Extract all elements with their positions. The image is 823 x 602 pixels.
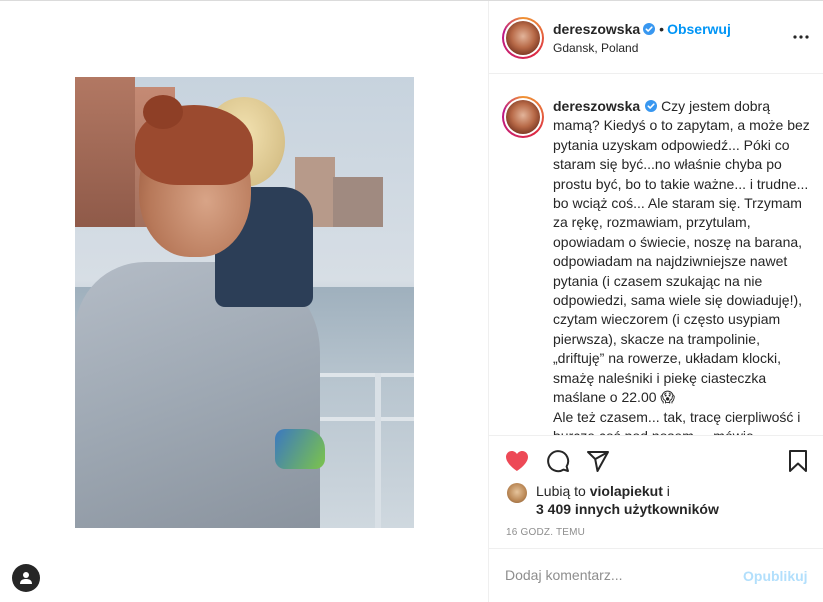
post-header: dereszowska • Obserwuj Gdansk, Poland bbox=[489, 1, 823, 74]
header-line: dereszowska • Obserwuj bbox=[553, 21, 731, 37]
caption-author[interactable]: dereszowska bbox=[553, 98, 640, 114]
liker-avatar[interactable] bbox=[507, 483, 527, 503]
follow-button[interactable]: Obserwuj bbox=[667, 21, 731, 37]
save-button[interactable] bbox=[785, 448, 811, 474]
add-comment-bar: Opublikuj bbox=[489, 548, 823, 602]
likes-and: i bbox=[666, 483, 670, 499]
author-avatar[interactable] bbox=[502, 17, 544, 59]
caption-text: Czy jestem dobrą mamą? Kiedyś o to zapyt… bbox=[553, 98, 810, 435]
bookmark-icon bbox=[789, 450, 807, 472]
media-pane bbox=[0, 1, 488, 602]
comment-button[interactable] bbox=[545, 448, 571, 474]
account-button[interactable] bbox=[12, 564, 40, 592]
more-options-button[interactable] bbox=[792, 28, 810, 46]
like-button[interactable] bbox=[504, 448, 530, 474]
share-icon bbox=[587, 451, 609, 472]
more-options-icon bbox=[793, 35, 809, 39]
post-location[interactable]: Gdansk, Poland bbox=[553, 41, 638, 55]
heart-filled-icon bbox=[506, 451, 528, 471]
likes-count-link[interactable]: 3 409 innych użytkowników bbox=[536, 501, 719, 517]
post-caption: dereszowska Czy jestem dobrą mamą? Kiedy… bbox=[553, 97, 815, 435]
likes-text: Lubią to violapiekut i 3 409 innych użyt… bbox=[536, 482, 806, 518]
verified-badge-icon bbox=[645, 100, 658, 112]
comments-section[interactable]: dereszowska Czy jestem dobrą mamą? Kiedy… bbox=[489, 75, 823, 435]
share-button[interactable] bbox=[585, 448, 611, 474]
verified-badge-icon bbox=[643, 23, 656, 35]
post-sidebar: dereszowska • Obserwuj Gdansk, Poland dere… bbox=[488, 1, 823, 602]
user-icon bbox=[20, 572, 32, 584]
post-photo[interactable] bbox=[75, 77, 414, 528]
post-timestamp[interactable]: 16 GODZ. TEMU bbox=[506, 527, 585, 538]
header-separator: • bbox=[659, 21, 665, 37]
post-page: dereszowska • Obserwuj Gdansk, Poland dere… bbox=[0, 0, 823, 602]
caption-author-avatar[interactable] bbox=[502, 96, 544, 138]
likes-prefix: Lubią to bbox=[536, 483, 586, 499]
action-bar bbox=[489, 435, 823, 485]
comment-icon bbox=[547, 450, 570, 473]
author-username[interactable]: dereszowska bbox=[553, 21, 640, 37]
liker-username[interactable]: violapiekut bbox=[590, 483, 663, 499]
post-comment-button[interactable]: Opublikuj bbox=[743, 568, 808, 584]
comment-input[interactable] bbox=[505, 567, 735, 583]
